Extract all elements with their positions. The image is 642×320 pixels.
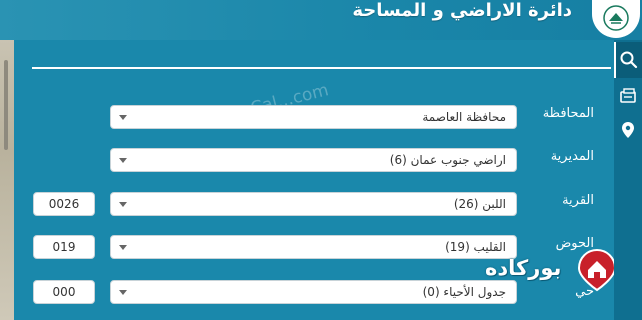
chevron-down-icon bbox=[119, 158, 127, 163]
layers-icon bbox=[620, 88, 636, 103]
search-icon bbox=[620, 51, 638, 69]
basin-select[interactable]: القليب (19) bbox=[110, 235, 517, 259]
governorate-select[interactable]: محافظة العاصمة bbox=[110, 105, 517, 129]
department-logo[interactable] bbox=[592, 0, 640, 38]
logo-emblem-icon bbox=[603, 5, 629, 31]
governorate-label: المحافظة bbox=[542, 106, 594, 121]
icon-rail bbox=[614, 40, 642, 320]
map-background[interactable] bbox=[0, 40, 14, 320]
village-select[interactable]: اللبن (26) bbox=[110, 192, 517, 216]
neighborhood-code-input[interactable]: 000 bbox=[33, 280, 95, 304]
brand-watermark: بوركاده bbox=[485, 248, 620, 298]
app-title: دائرة الاراضي و المساحة bbox=[352, 0, 572, 21]
chevron-down-icon bbox=[119, 290, 127, 295]
village-code-input[interactable]: 0026 bbox=[33, 192, 95, 216]
directorate-value: اراضي جنوب عمان (6) bbox=[389, 153, 506, 167]
basin-code-input[interactable]: 019 bbox=[33, 235, 95, 259]
app-header: دائرة الاراضي و المساحة bbox=[0, 0, 642, 40]
layers-tool-button[interactable] bbox=[614, 78, 642, 114]
village-label: القرية bbox=[562, 193, 594, 208]
location-pin-icon bbox=[622, 122, 634, 138]
panel-divider bbox=[32, 67, 611, 69]
brand-logo-icon bbox=[577, 248, 617, 292]
chevron-down-icon bbox=[119, 245, 127, 250]
location-tool-button[interactable] bbox=[614, 112, 642, 148]
directorate-label: المديرية bbox=[550, 149, 594, 164]
village-value: اللبن (26) bbox=[453, 197, 506, 211]
search-tool-button[interactable] bbox=[614, 42, 642, 78]
brand-name: بوركاده bbox=[485, 256, 562, 280]
chevron-down-icon bbox=[119, 115, 127, 120]
governorate-value: محافظة العاصمة bbox=[422, 110, 506, 124]
map-road bbox=[4, 60, 8, 150]
neighborhood-select[interactable]: جدول الأحياء (0) bbox=[110, 280, 517, 304]
chevron-down-icon bbox=[119, 202, 127, 207]
directorate-select[interactable]: اراضي جنوب عمان (6) bbox=[110, 148, 517, 172]
